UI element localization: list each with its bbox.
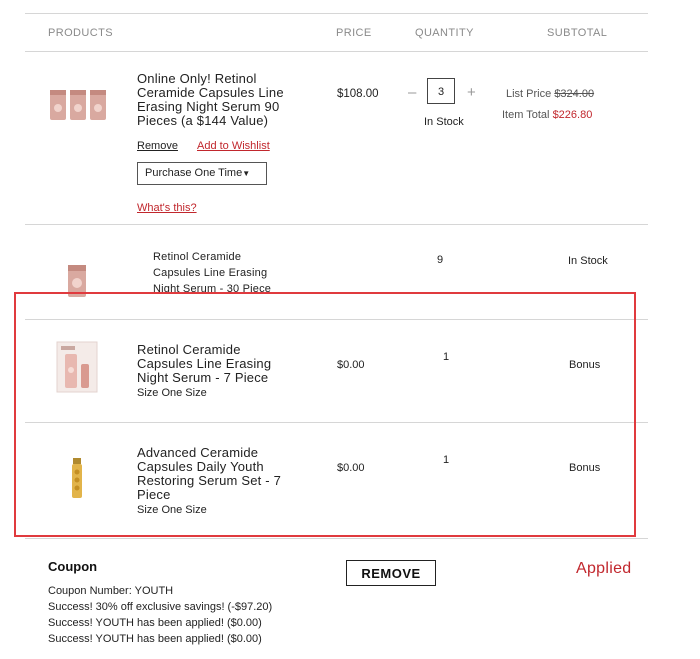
- item-total-row: Item Total $226.80: [502, 109, 593, 121]
- stock-status: In Stock: [424, 116, 464, 128]
- item-price: $108.00: [337, 88, 379, 100]
- caret-down-icon: ▼: [242, 169, 251, 178]
- stock-status: In Stock: [568, 255, 608, 267]
- whats-this-link[interactable]: What's this?: [137, 202, 197, 214]
- product-image[interactable]: [48, 86, 108, 127]
- add-to-wishlist-link[interactable]: Add to Wishlist: [197, 140, 270, 152]
- coupon-message: Success! 30% off exclusive savings! (-$9…: [48, 601, 273, 613]
- list-price: $324.00: [554, 88, 595, 100]
- divider: [25, 51, 648, 52]
- header-quantity: QUANTITY: [415, 27, 474, 39]
- purchase-option-select[interactable]: Purchase One Time▼: [137, 162, 267, 185]
- item-total: $226.80: [552, 109, 593, 121]
- header-products: PRODUCTS: [48, 27, 113, 39]
- coupon-title: Coupon: [48, 559, 98, 574]
- coupon-number: Coupon Number: YOUTH: [48, 585, 174, 597]
- remove-coupon-button[interactable]: REMOVE: [346, 560, 436, 586]
- decrease-quantity-button[interactable]: –: [408, 84, 416, 101]
- header-price: PRICE: [336, 27, 372, 39]
- quantity-input[interactable]: 3: [427, 78, 455, 104]
- product-name[interactable]: Retinol Ceramide Capsules Line Erasing N…: [153, 249, 271, 292]
- divider: [25, 224, 648, 225]
- highlight-frame: [14, 292, 636, 537]
- coupon-messages: Coupon Number: YOUTH Success! 30% off ex…: [48, 583, 272, 647]
- increase-quantity-button[interactable]: +: [467, 84, 476, 101]
- coupon-message: Success! YOUTH has been applied! ($0.00): [48, 617, 262, 629]
- coupon-status: Applied: [576, 560, 632, 577]
- list-price-row: List Price $324.00: [506, 88, 595, 100]
- divider: [25, 13, 648, 14]
- item-quantity: 9: [437, 254, 444, 266]
- coupon-message: Success! YOUTH has been applied! ($0.00): [48, 633, 262, 645]
- product-name[interactable]: Online Only! Retinol Ceramide Capsules L…: [137, 72, 284, 128]
- divider: [25, 538, 648, 539]
- remove-link[interactable]: Remove: [137, 140, 178, 152]
- header-subtotal: SUBTOTAL: [547, 27, 608, 39]
